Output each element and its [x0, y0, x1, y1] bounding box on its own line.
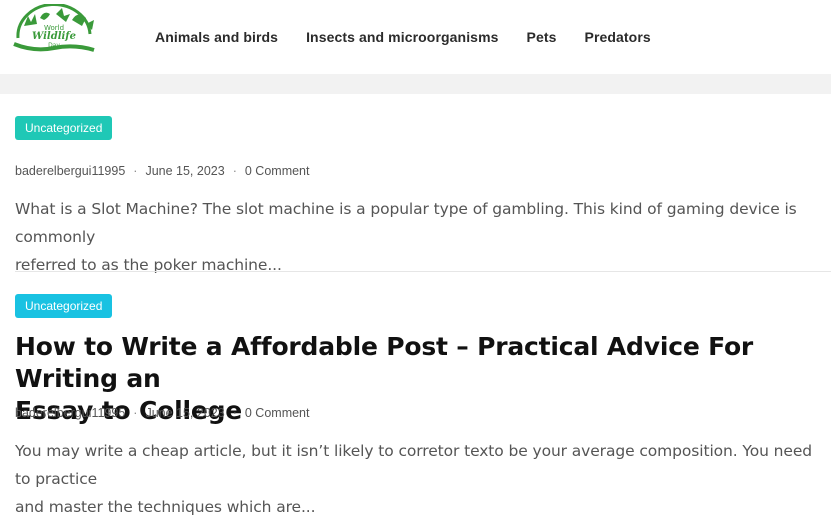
post-date[interactable]: June 15, 2023 — [145, 164, 224, 178]
excerpt-line: and master the techniques which are... — [15, 498, 316, 516]
meta-separator: · — [232, 164, 237, 178]
logo-line3: Day — [48, 42, 60, 49]
nav-item-animals-and-birds[interactable]: Animals and birds — [155, 28, 278, 46]
site-logo[interactable]: World Wildlife Day — [10, 2, 98, 56]
logo-line2: Wildlife — [32, 31, 76, 42]
meta-separator: · — [232, 406, 237, 420]
excerpt-line: What is a Slot Machine? The slot machine… — [15, 200, 797, 246]
post-author[interactable]: baderelbergui11995 — [15, 406, 125, 420]
excerpt-line: You may write a cheap article, but it is… — [15, 442, 812, 488]
post-divider — [15, 271, 831, 272]
nav-item-insects-and-microorganisms[interactable]: Insects and microorganisms — [306, 28, 498, 46]
site-header: World Wildlife Day Animals and birds Ins… — [0, 0, 831, 74]
post-card: Uncategorized — [15, 116, 831, 140]
wildlife-logo-icon: World Wildlife Day — [13, 2, 95, 52]
nav-item-pets[interactable]: Pets — [527, 28, 557, 46]
excerpt-line: referred to as the poker machine... — [15, 256, 282, 274]
post-date[interactable]: June 15, 2023 — [145, 406, 224, 420]
post-card: Uncategorized — [15, 294, 831, 318]
post-excerpt: You may write a cheap article, but it is… — [15, 437, 831, 521]
post-author[interactable]: baderelbergui11995 — [15, 164, 125, 178]
title-line[interactable]: How to Write a Affordable Post – Practic… — [15, 331, 831, 395]
category-badge[interactable]: Uncategorized — [15, 294, 113, 318]
header-divider-band — [0, 74, 831, 94]
meta-separator: · — [133, 164, 138, 178]
nav-item-predators[interactable]: Predators — [585, 28, 651, 46]
post-comments[interactable]: 0 Comment — [245, 406, 310, 420]
meta-separator: · — [133, 406, 138, 420]
category-badge[interactable]: Uncategorized — [15, 116, 113, 140]
post-excerpt: What is a Slot Machine? The slot machine… — [15, 195, 831, 279]
post-meta: baderelbergui11995 · June 15, 2023 · 0 C… — [15, 164, 831, 178]
post-meta: baderelbergui11995 · June 15, 2023 · 0 C… — [15, 406, 831, 420]
main-nav: Animals and birds Insects and microorgan… — [155, 28, 679, 46]
post-comments[interactable]: 0 Comment — [245, 164, 310, 178]
